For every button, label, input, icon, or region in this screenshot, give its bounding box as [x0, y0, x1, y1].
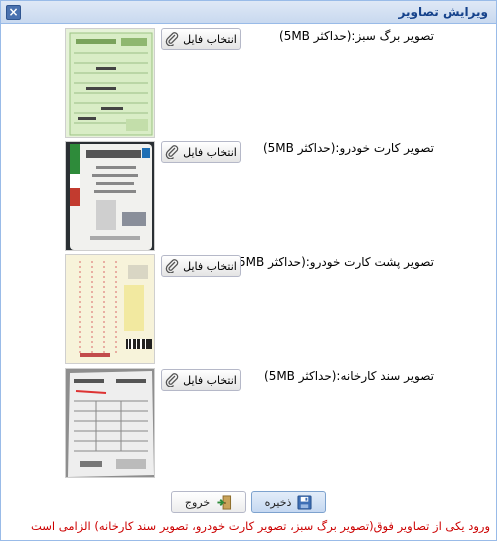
green-sheet-thumbnail: [65, 28, 155, 138]
car-card-back-label: تصویر پشت کارت خودرو:(حداکثر 5MB): [233, 255, 434, 269]
car-card-back-choose-file-button[interactable]: انتخاب فایل: [161, 255, 241, 277]
file-button-label: انتخاب فایل: [183, 373, 237, 387]
exit-button-label: خروج: [184, 495, 211, 509]
file-button-label: انتخاب فایل: [183, 32, 237, 46]
file-button-label: انتخاب فایل: [183, 259, 237, 273]
green-sheet-label: تصویر برگ سبز:(حداکثر 5MB): [279, 29, 434, 43]
factory-doc-thumbnail: [65, 368, 155, 478]
window-titlebar: × ویرایش تصاویر: [1, 1, 496, 24]
exit-button[interactable]: خروج: [171, 491, 246, 513]
car-card-choose-file-button[interactable]: انتخاب فایل: [161, 141, 241, 163]
edit-images-window: × ویرایش تصاویر تصویر برگ سبز:(حداکثر 5M…: [0, 0, 497, 541]
floppy-disk-icon: [297, 494, 312, 510]
factory-doc-label: تصویر سند کارخانه:(حداکثر 5MB): [264, 369, 434, 383]
save-button[interactable]: ذخیره: [251, 491, 326, 513]
exit-door-icon: [217, 494, 232, 510]
save-button-label: ذخیره: [264, 495, 292, 509]
car-card-back-thumbnail: [65, 254, 155, 364]
close-icon[interactable]: ×: [6, 5, 21, 20]
file-button-label: انتخاب فایل: [183, 145, 237, 159]
factory-doc-choose-file-button[interactable]: انتخاب فایل: [161, 369, 241, 391]
required-note: ورود یکی از تصاویر فوق(تصویر برگ سبز، تص…: [30, 519, 490, 533]
green-sheet-choose-file-button[interactable]: انتخاب فایل: [161, 28, 241, 50]
car-card-thumbnail: [65, 141, 155, 251]
paperclip-icon: [165, 373, 179, 387]
car-card-label: تصویر کارت خودرو:(حداکثر 5MB): [262, 141, 434, 155]
paperclip-icon: [165, 259, 179, 273]
paperclip-icon: [165, 32, 179, 46]
paperclip-icon: [165, 145, 179, 159]
window-title: ویرایش تصاویر: [398, 5, 488, 19]
